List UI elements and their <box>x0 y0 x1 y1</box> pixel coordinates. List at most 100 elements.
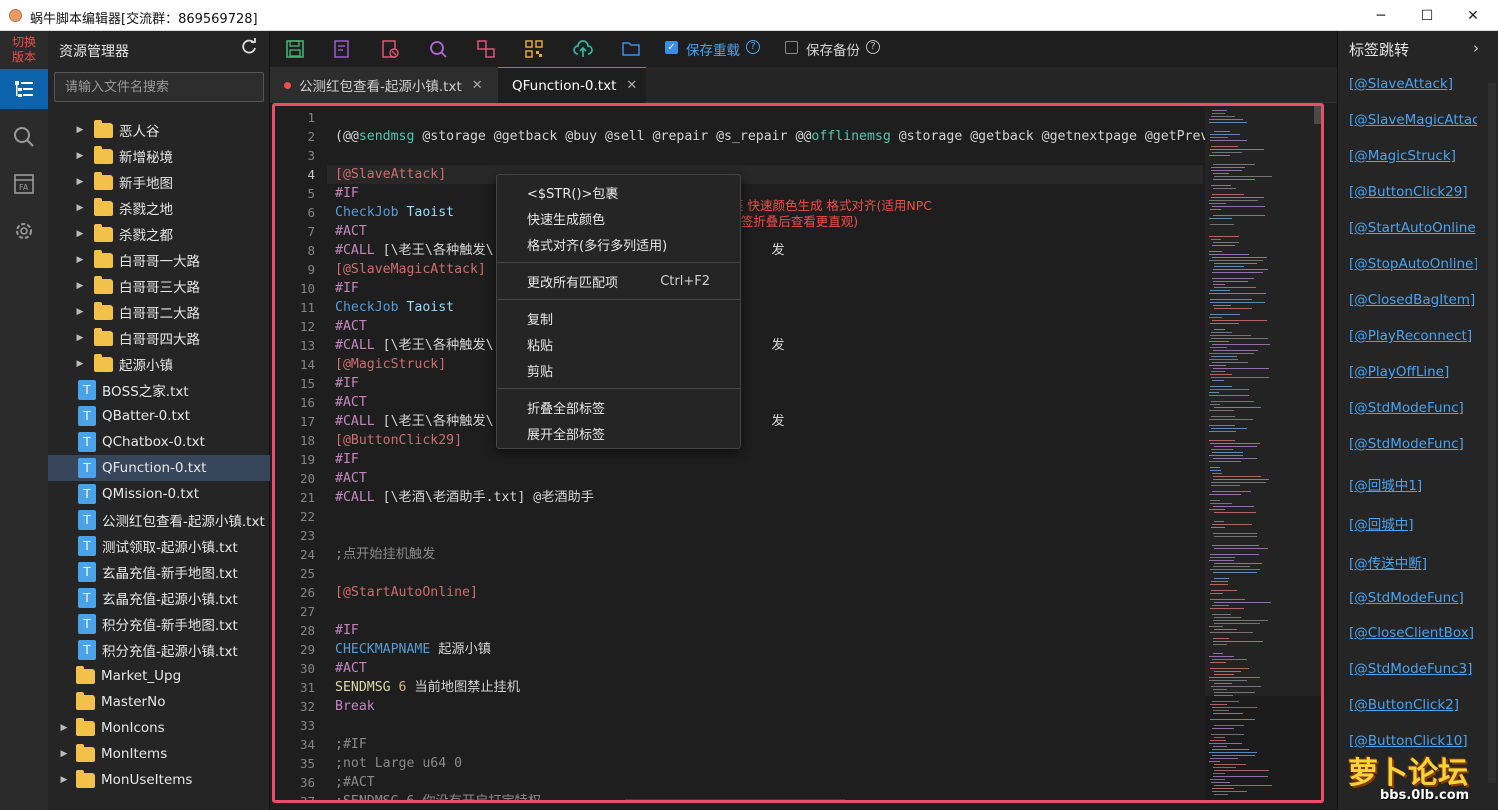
tab-redpacket-file[interactable]: 公测红包查看-起源小镇.txt ✕ <box>270 67 498 103</box>
context-menu-item[interactable]: 展开全部标签 <box>497 420 740 446</box>
tree-folder[interactable]: ▶ MonIcons <box>48 715 270 741</box>
tree-file[interactable]: T BOSS之家.txt <box>48 377 270 403</box>
chevron-right-icon[interactable]: ▶ <box>58 749 70 759</box>
tree-folder[interactable]: ▶ MonItems <box>48 741 270 767</box>
settings-gear-icon[interactable] <box>0 211 48 251</box>
chevron-right-icon[interactable]: ▶ <box>74 177 86 187</box>
tree-file[interactable]: T 玄晶充值-起源小镇.txt <box>48 585 270 611</box>
open-folder-icon[interactable] <box>620 38 642 60</box>
code-line[interactable]: [@MagicStruck] <box>335 355 446 374</box>
code-line[interactable]: #ACT <box>335 317 367 336</box>
chevron-right-icon[interactable]: ▶ <box>74 229 86 239</box>
context-menu-item[interactable]: 粘贴 <box>497 331 740 357</box>
horizontal-scrollbar[interactable] <box>625 799 845 800</box>
tag-link[interactable]: [@StdModeFunc] <box>1349 590 1477 606</box>
code-line[interactable]: [@StartAutoOnline] <box>335 583 478 602</box>
code-line[interactable]: #ACT <box>335 659 367 678</box>
tree-folder[interactable]: Market_Upg <box>48 663 270 689</box>
save-reload-help-icon[interactable]: ? <box>746 40 760 54</box>
code-line[interactable]: #CALL [\老酒\老酒助手.txt] @老酒助手 <box>335 488 594 507</box>
replace-icon[interactable] <box>475 38 497 60</box>
tree-folder[interactable]: ▶ 白哥哥二大路 <box>48 299 270 325</box>
tree-file[interactable]: T QMission-0.txt <box>48 481 270 507</box>
tree-folder[interactable]: ▶ MonUseItems <box>48 767 270 793</box>
chevron-right-icon[interactable]: › <box>1473 39 1479 57</box>
tag-link[interactable]: [@StdModeFunc] <box>1349 400 1477 416</box>
tree-file[interactable]: T 公测红包查看-起源小镇.txt <box>48 507 270 533</box>
tree-folder[interactable]: ▶ 新增秘境 <box>48 143 270 169</box>
tree-folder[interactable]: ▶ 白哥哥四大路 <box>48 325 270 351</box>
minimize-button[interactable]: ─ <box>1358 0 1404 31</box>
tag-link[interactable]: [@CloseClientBox] <box>1349 625 1477 641</box>
code-line[interactable]: #ACT <box>335 469 367 488</box>
code-line[interactable]: ;点开始挂机触发 <box>335 545 435 564</box>
template-icon[interactable]: FA <box>0 164 48 204</box>
tree-folder[interactable]: ▶ 白哥哥三大路 <box>48 273 270 299</box>
chevron-right-icon[interactable]: ▶ <box>74 203 86 213</box>
tag-link[interactable]: [@StdModeFunc] <box>1349 436 1477 452</box>
close-file-icon[interactable] <box>379 38 401 60</box>
code-line[interactable]: [@SlaveMagicAttack] <box>335 260 486 279</box>
tree-file[interactable]: T QChatbox-0.txt <box>48 429 270 455</box>
code-line[interactable]: CheckJob Taoist <box>335 203 454 222</box>
tag-link[interactable]: [@回城中] <box>1349 513 1477 533</box>
chevron-right-icon[interactable]: ▶ <box>74 255 86 265</box>
tab-qfunction-file[interactable]: QFunction-0.txt ✕ <box>498 67 646 103</box>
code-line[interactable]: #ACT <box>335 393 367 412</box>
code-line[interactable]: (@@sendmsg @storage @getback @buy @sell … <box>335 127 1205 146</box>
chevron-right-icon[interactable]: ▶ <box>58 775 70 785</box>
context-menu-item[interactable]: 剪贴 <box>497 357 740 383</box>
code-line[interactable]: CHECKMAPNAME 起源小镇 <box>335 640 491 659</box>
chevron-right-icon[interactable]: ▶ <box>74 359 86 369</box>
code-line[interactable]: [@ButtonClick29] <box>335 431 462 450</box>
tag-link[interactable]: [@ClosedBagItem] <box>1349 292 1477 308</box>
file-search-input[interactable] <box>54 72 264 102</box>
context-menu-item[interactable]: 格式对齐(多行多列适用) <box>497 231 740 257</box>
tag-link[interactable]: [@回城中1] <box>1349 474 1477 494</box>
find-icon[interactable] <box>427 38 449 60</box>
code-line[interactable]: ;not Large u64 0 <box>335 754 462 773</box>
save-backup-help-icon[interactable]: ? <box>866 40 880 54</box>
tag-link[interactable]: [@SlaveAttack] <box>1349 76 1477 92</box>
refresh-icon[interactable] <box>240 38 258 60</box>
tree-folder[interactable]: ▶ 杀戮之地 <box>48 195 270 221</box>
save-reload-checkbox[interactable]: ✓ <box>665 41 678 54</box>
tag-link[interactable]: [@SlaveMagicAttack] <box>1349 112 1477 128</box>
tree-folder[interactable]: ▶ 杀戮之都 <box>48 221 270 247</box>
tag-link[interactable]: [@StopAutoOnline] <box>1349 256 1477 272</box>
tag-link[interactable]: [@ButtonClick2] <box>1349 697 1477 713</box>
chevron-right-icon[interactable]: ▶ <box>74 333 86 343</box>
context-menu-item[interactable]: 复制 <box>497 305 740 331</box>
tag-panel-scrollbar[interactable] <box>1488 83 1496 783</box>
close-tab-icon[interactable]: ✕ <box>626 78 637 93</box>
tree-file[interactable]: T QBatter-0.txt <box>48 403 270 429</box>
code-line[interactable]: ;#ACT <box>335 773 375 792</box>
save-backup-checkbox[interactable] <box>785 41 798 54</box>
chevron-right-icon[interactable]: ▶ <box>74 281 86 291</box>
tree-folder[interactable]: ▶ 新手地图 <box>48 169 270 195</box>
close-tab-icon[interactable]: ✕ <box>472 78 483 93</box>
chevron-right-icon[interactable]: ▶ <box>74 125 86 135</box>
tree-file[interactable]: T 测试领取-起源小镇.txt <box>48 533 270 559</box>
tag-link[interactable]: [@StdModeFunc3] <box>1349 661 1477 677</box>
chevron-right-icon[interactable]: ▶ <box>74 151 86 161</box>
tree-file[interactable]: T QFunction-0.txt <box>48 455 270 481</box>
tree-file[interactable]: T 积分充值-新手地图.txt <box>48 611 270 637</box>
tree-folder[interactable]: ▶ 起源小镇 <box>48 351 270 377</box>
qrcode-icon[interactable] <box>523 38 545 60</box>
context-menu-item[interactable]: 更改所有匹配项 Ctrl+F2 <box>497 268 740 294</box>
tree-folder[interactable]: ▶ 白哥哥一大路 <box>48 247 270 273</box>
code-line[interactable]: #IF <box>335 184 359 203</box>
context-menu-item[interactable]: 快速生成颜色 <box>497 205 740 231</box>
search-icon[interactable] <box>0 117 48 157</box>
switch-version-button[interactable]: 切换 版本 <box>0 35 48 65</box>
tag-link[interactable]: [@MagicStruck] <box>1349 148 1477 164</box>
code-line[interactable]: #ACT <box>335 222 367 241</box>
close-window-button[interactable]: ✕ <box>1450 0 1496 31</box>
code-line[interactable]: Break <box>335 697 375 716</box>
chevron-right-icon[interactable]: ▶ <box>74 307 86 317</box>
minimap-viewport[interactable] <box>1205 106 1321 696</box>
tree-folder[interactable]: ▶ 恶人谷 <box>48 117 270 143</box>
minimap[interactable] <box>1205 106 1321 800</box>
tag-link[interactable]: [@ButtonClick10] <box>1349 733 1477 749</box>
